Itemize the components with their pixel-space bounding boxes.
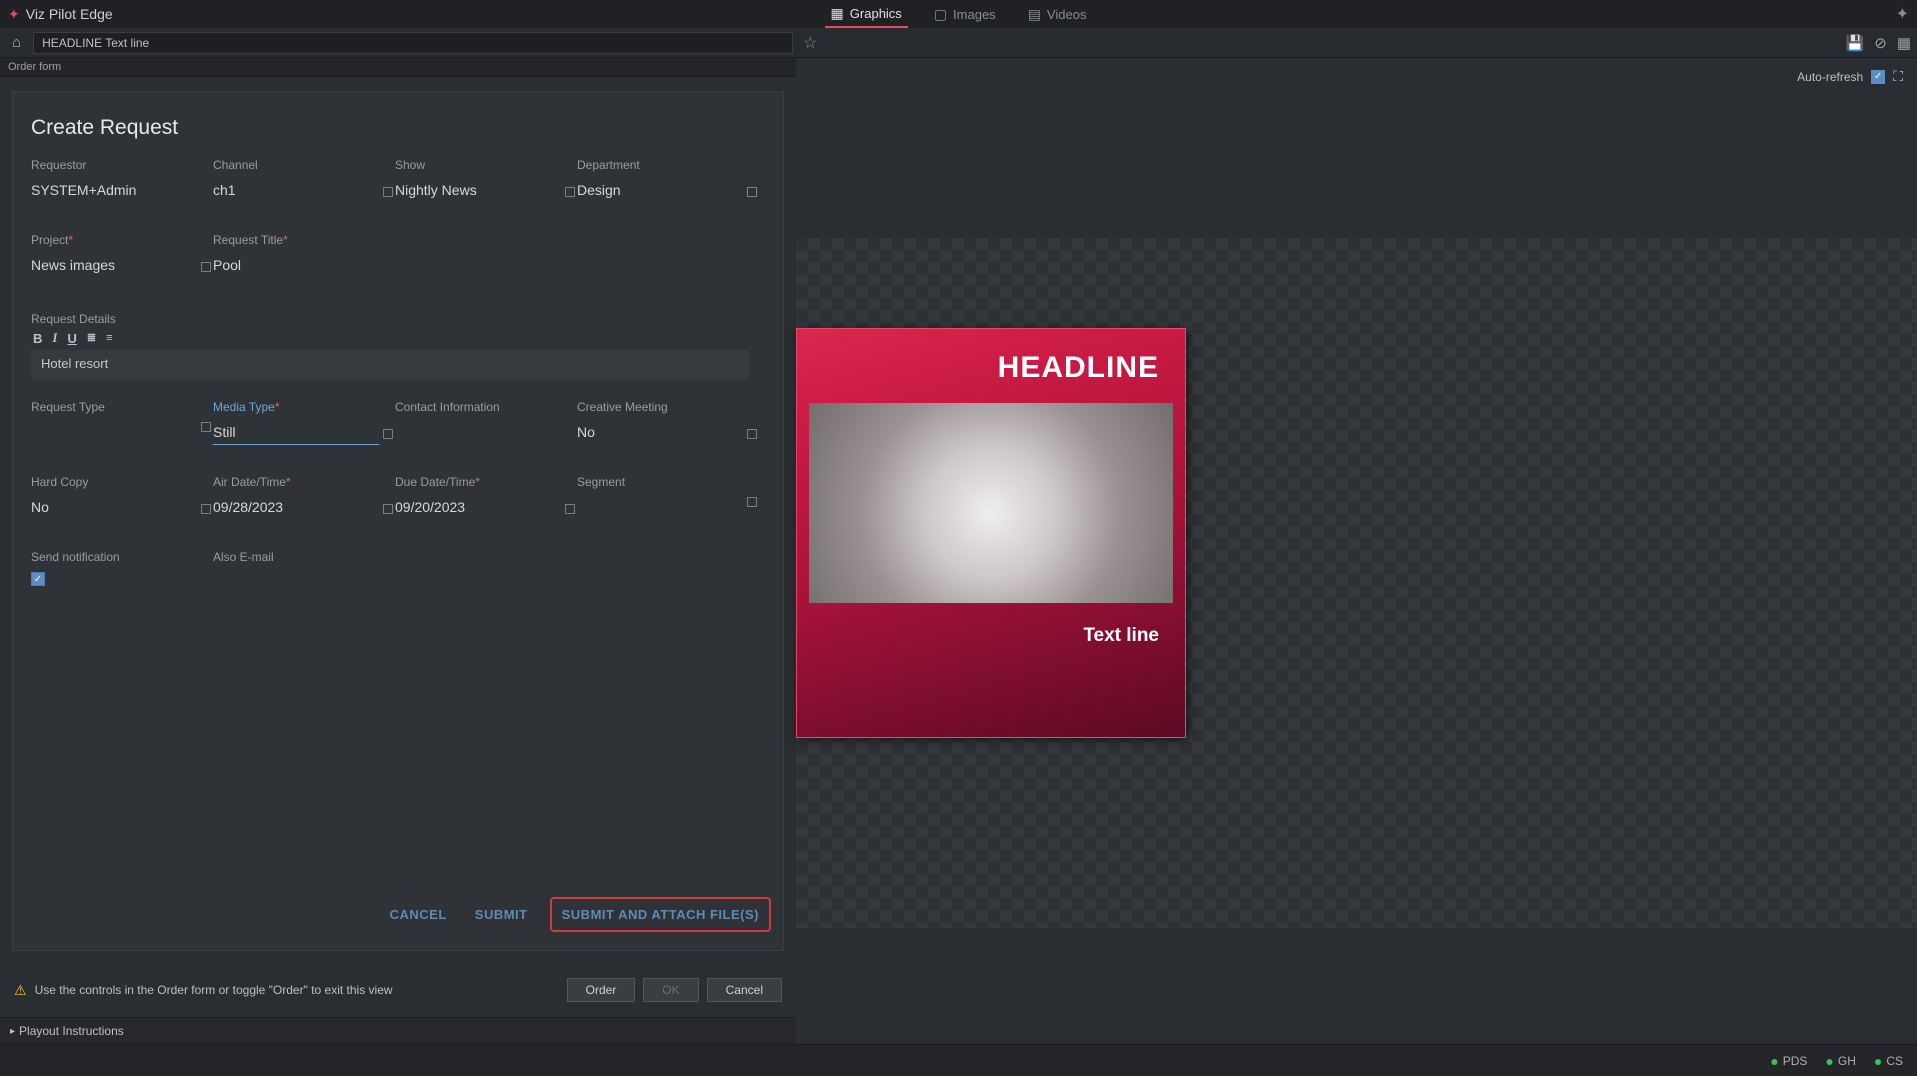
number-list-button[interactable]: ≡: [104, 333, 114, 344]
tab-label: Images: [953, 7, 996, 22]
playout-label: Playout Instructions: [19, 1024, 124, 1038]
status-cs: ●CS: [1874, 1053, 1903, 1069]
dropdown-icon[interactable]: [747, 187, 757, 197]
calendar-icon[interactable]: [383, 504, 393, 514]
status-ok-icon: ●: [1770, 1053, 1778, 1069]
form-title: Create Request: [31, 116, 771, 140]
home-icon[interactable]: ⌂: [6, 32, 27, 53]
preview-panel: Auto-refresh ✓ ⛶ HEADLINE Text line: [796, 58, 1917, 1044]
graphic-preview: HEADLINE Text line: [796, 328, 1186, 738]
field-also-email: Also E-mail: [213, 550, 393, 586]
field-hardcopy: Hard Copy No: [31, 475, 211, 520]
field-request-type: Request Type: [31, 400, 211, 445]
rte-toolbar: B I U ≣ ≡: [31, 330, 771, 346]
preview-toolbar: Auto-refresh ✓ ⛶: [1797, 68, 1903, 85]
app-title: Viz Pilot Edge: [26, 6, 113, 22]
grid-icon[interactable]: ▦: [1897, 34, 1911, 52]
dropdown-icon[interactable]: [383, 187, 393, 197]
field-airdate: Air Date/Time* 09/28/2023: [213, 475, 393, 520]
auto-refresh-label: Auto-refresh: [1797, 70, 1863, 84]
videos-icon: ▤: [1028, 6, 1041, 23]
dropdown-icon[interactable]: [747, 429, 757, 439]
images-icon: ▢: [934, 6, 947, 23]
underline-button[interactable]: U: [65, 331, 78, 346]
tab-images[interactable]: ▢ Images: [928, 1, 1002, 28]
status-pds: ●PDS: [1770, 1053, 1807, 1069]
dropdown-icon[interactable]: [565, 187, 575, 197]
mode-tabs: ▦ Graphics ▢ Images ▤ Videos: [825, 1, 1093, 28]
auto-refresh-checkbox[interactable]: ✓: [1871, 70, 1885, 84]
playout-panel-header[interactable]: ▸ Playout Instructions: [0, 1017, 796, 1044]
expand-icon[interactable]: ⛶: [1893, 68, 1903, 85]
status-bar: ●PDS ●GH ●CS: [0, 1044, 1917, 1076]
order-toggle-button[interactable]: Order: [567, 978, 636, 1002]
tab-label: Videos: [1047, 7, 1087, 22]
panel-header: Order form: [0, 58, 796, 77]
field-show: Show Nightly News: [395, 158, 575, 203]
status-ok-icon: ●: [1874, 1053, 1882, 1069]
save-icon[interactable]: 💾: [1846, 34, 1865, 52]
message-text: Use the controls in the Order form or to…: [35, 983, 559, 997]
message-bar: ⚠ Use the controls in the Order form or …: [6, 972, 790, 1008]
status-ok-icon: ●: [1825, 1053, 1833, 1069]
address-bar: ⌂ ☆ 💾 ⊘ ▦: [0, 28, 1917, 58]
cancel-msg-button[interactable]: Cancel: [707, 978, 782, 1002]
details-label: Request Details: [31, 312, 771, 326]
submit-button[interactable]: SUBMIT: [469, 899, 534, 930]
field-contact: Contact Information: [395, 400, 575, 445]
field-requestor: Requestor SYSTEM+Admin: [31, 158, 211, 203]
dropdown-icon[interactable]: [747, 497, 757, 507]
ok-button[interactable]: OK: [643, 978, 698, 1002]
field-department: Department Design: [577, 158, 757, 203]
form-footer: CANCEL SUBMIT SUBMIT AND ATTACH FILE(S): [384, 897, 771, 932]
graphics-icon: ▦: [831, 5, 844, 22]
details-textarea[interactable]: Hotel resort: [31, 350, 749, 380]
field-send-notification: Send notification ✓: [31, 550, 211, 586]
graphic-textline: Text line: [797, 603, 1185, 647]
warning-icon: ⚠: [14, 982, 27, 999]
status-gh: ●GH: [1825, 1053, 1855, 1069]
dropdown-icon[interactable]: [201, 422, 211, 432]
tab-graphics[interactable]: ▦ Graphics: [825, 1, 908, 28]
tab-videos[interactable]: ▤ Videos: [1022, 1, 1093, 28]
left-panel: Order form Create Request Requestor SYST…: [0, 58, 796, 1044]
no-preview-icon[interactable]: ⊘: [1874, 34, 1887, 52]
field-duedate: Due Date/Time* 09/20/2023: [395, 475, 575, 520]
app-logo-icon: ✦: [8, 6, 20, 23]
field-segment: Segment: [577, 475, 757, 520]
field-request-title: Request Title* Pool: [213, 233, 393, 278]
field-creative: Creative Meeting No: [577, 400, 757, 445]
chevron-right-icon: ▸: [10, 1026, 15, 1037]
dropdown-icon[interactable]: [383, 429, 393, 439]
bold-button[interactable]: B: [31, 331, 44, 346]
graphic-headline: HEADLINE: [797, 329, 1185, 395]
submit-attach-button[interactable]: SUBMIT AND ATTACH FILE(S): [550, 897, 771, 932]
tab-label: Graphics: [850, 6, 902, 21]
favorite-icon[interactable]: ☆: [799, 31, 821, 55]
calendar-icon[interactable]: [565, 504, 575, 514]
preview-canvas: HEADLINE Text line: [796, 238, 1917, 928]
italic-button[interactable]: I: [50, 330, 59, 346]
address-input[interactable]: [33, 32, 793, 54]
title-bar: ✦ Viz Pilot Edge ▦ Graphics ▢ Images ▤ Vide…: [0, 0, 1917, 28]
field-media-type: Media Type* Still: [213, 400, 393, 445]
settings-icon[interactable]: ✦: [1896, 4, 1909, 24]
field-channel: Channel ch1: [213, 158, 393, 203]
graphic-image-placeholder: [809, 403, 1173, 603]
order-form: Create Request Requestor SYSTEM+Admin Ch…: [12, 91, 784, 951]
send-notif-checkbox[interactable]: ✓: [31, 572, 45, 586]
dropdown-icon[interactable]: [201, 504, 211, 514]
field-project: Project* News images: [31, 233, 211, 278]
cancel-button[interactable]: CANCEL: [384, 899, 453, 930]
dropdown-icon[interactable]: [201, 262, 211, 272]
bullet-list-button[interactable]: ≣: [85, 333, 98, 344]
